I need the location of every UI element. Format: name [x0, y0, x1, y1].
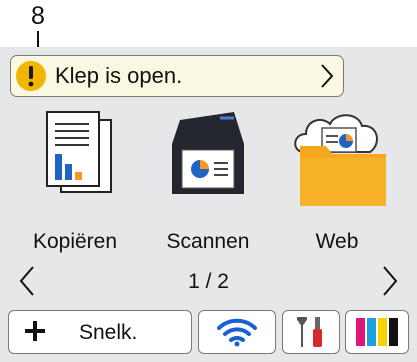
copy-icon [46, 111, 112, 193]
plus-icon [25, 321, 45, 341]
scan-icon [172, 112, 244, 194]
warning-icon [16, 61, 46, 91]
settings-button[interactable] [282, 310, 340, 354]
page-indicator: 1 / 2 [188, 270, 229, 293]
app-label-copy: Kopiëren [32, 230, 118, 253]
app-scan[interactable]: Scannen [153, 110, 263, 260]
status-message: Klep is open. [55, 63, 183, 88]
wifi-button[interactable] [198, 310, 276, 354]
status-bar[interactable]: Klep is open. [10, 55, 344, 97]
tools-icon [297, 317, 322, 347]
app-web[interactable]: Web [282, 110, 392, 260]
app-label-web: Web [315, 230, 359, 253]
ink-levels-icon [356, 318, 398, 346]
wifi-icon [217, 318, 257, 347]
web-cloud-folder-icon [294, 114, 386, 206]
ink-button[interactable] [345, 310, 409, 354]
chevron-right-icon[interactable] [381, 264, 399, 298]
app-label-scan: Scannen [166, 230, 250, 253]
shortcuts-label: Snelk. [79, 321, 138, 344]
callout-number: 8 [31, 2, 45, 30]
shortcuts-button[interactable]: Snelk. [8, 310, 192, 354]
pager: 1 / 2 [0, 262, 417, 302]
app-copy[interactable]: Kopiëren [20, 110, 130, 260]
chevron-right-icon [321, 64, 334, 88]
